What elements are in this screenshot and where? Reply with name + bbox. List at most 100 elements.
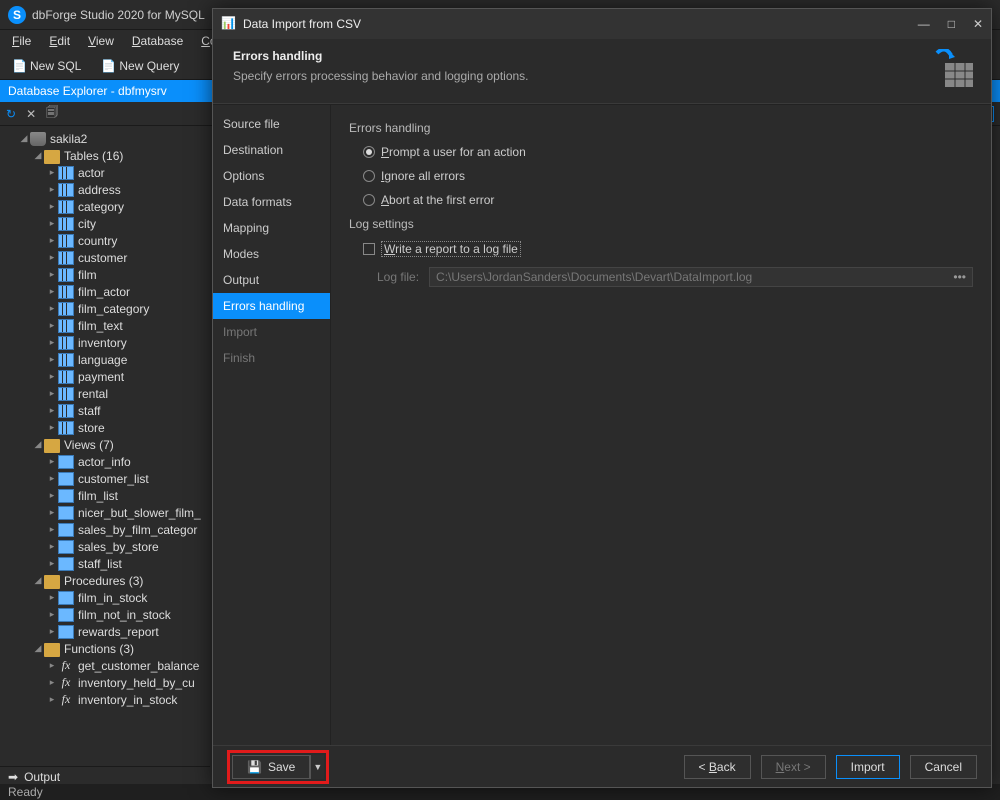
tree-func-inventory_held_by_cu[interactable]: ▸fxinventory_held_by_cu (0, 674, 210, 691)
browse-icon[interactable]: ••• (953, 270, 966, 284)
radio-icon (363, 170, 375, 182)
tree-funcs-folder[interactable]: ◢Functions (3) (0, 640, 210, 657)
query-icon: 📄 (101, 59, 115, 73)
check-label: rite a report to a log file (395, 242, 518, 256)
tree-label: staff (78, 404, 100, 418)
menu-file[interactable]: File (4, 32, 39, 50)
step-data-formats[interactable]: Data formats (213, 189, 330, 215)
import-icon: 📊 (221, 16, 237, 32)
tree-proc-rewards_report[interactable]: ▸rewards_report (0, 623, 210, 640)
new-query-button[interactable]: 📄New Query (95, 57, 185, 75)
tree-table-language[interactable]: ▸language (0, 351, 210, 368)
tree-view-nicer_but_slower_film_[interactable]: ▸nicer_but_slower_film_ (0, 504, 210, 521)
cancel-button[interactable]: Cancel (910, 755, 977, 779)
radio-prompt-user[interactable]: Prompt a user for an action (363, 145, 973, 159)
tree-view-actor_info[interactable]: ▸actor_info (0, 453, 210, 470)
tree-table-address[interactable]: ▸ address (0, 181, 210, 198)
tree-twisty-icon: ▸ (46, 694, 58, 705)
step-options[interactable]: Options (213, 163, 330, 189)
tree-table-film_category[interactable]: ▸film_category (0, 300, 210, 317)
ic-folder-icon (44, 643, 60, 657)
tree-twisty-icon: ▸ (46, 592, 58, 603)
tree-label: sales_by_film_categor (78, 523, 197, 537)
tree-table-film_text[interactable]: ▸film_text (0, 317, 210, 334)
new-sql-button[interactable]: 📄New SQL (6, 57, 87, 75)
tree-twisty-icon: ▸ (46, 541, 58, 552)
tree-table-inventory[interactable]: ▸inventory (0, 334, 210, 351)
radio-label: bort at the first error (389, 193, 494, 207)
tree-table-staff[interactable]: ▸staff (0, 402, 210, 419)
tree-db[interactable]: ◢sakila2 (0, 130, 210, 147)
step-destination[interactable]: Destination (213, 137, 330, 163)
tree-proc-film_not_in_stock[interactable]: ▸film_not_in_stock (0, 606, 210, 623)
tree-twisty-icon: ▸ (46, 660, 58, 671)
tree-label: inventory_in_stock (78, 693, 177, 707)
tree-label: actor (78, 166, 105, 180)
tree-twisty-icon: ▸ (46, 218, 58, 229)
step-modes[interactable]: Modes (213, 241, 330, 267)
dialog-maximize-icon[interactable]: □ (948, 17, 955, 31)
menu-edit[interactable]: Edit (41, 32, 78, 50)
radio-ignore-errors[interactable]: Ignore all errors (363, 169, 973, 183)
dialog-close-icon[interactable]: ✕ (973, 17, 983, 31)
tree-view-staff_list[interactable]: ▸staff_list (0, 555, 210, 572)
tree-twisty-icon: ▸ (46, 388, 58, 399)
tree-proc-film_in_stock[interactable]: ▸film_in_stock (0, 589, 210, 606)
check-write-log[interactable]: Write a report to a log file (363, 241, 973, 257)
delete-icon[interactable]: ✕ (26, 107, 36, 121)
tree-twisty-icon: ▸ (46, 167, 58, 178)
tree-table-category[interactable]: ▸category (0, 198, 210, 215)
log-file-label: Log file: (377, 270, 419, 284)
tree-label: Functions (3) (64, 642, 134, 656)
step-errors-handling[interactable]: Errors handling (213, 293, 330, 319)
tree-label: language (78, 353, 127, 367)
tree-table-payment[interactable]: ▸payment (0, 368, 210, 385)
tree-table-customer[interactable]: ▸customer (0, 249, 210, 266)
menu-view[interactable]: View (80, 32, 122, 50)
copy-icon[interactable]: 🗐 (46, 103, 58, 124)
dialog-subheading: Specify errors processing behavior and l… (233, 69, 931, 83)
tree-tables-folder[interactable]: ◢Tables (16) (0, 147, 210, 164)
tree-twisty-icon: ▸ (46, 490, 58, 501)
log-file-input[interactable]: C:\Users\JordanSanders\Documents\Devart\… (429, 267, 973, 287)
dialog-minimize-icon[interactable]: — (918, 17, 930, 31)
tree-views-folder[interactable]: ◢Views (7) (0, 436, 210, 453)
tree-view-sales_by_film_categor[interactable]: ▸sales_by_film_categor (0, 521, 210, 538)
save-highlight: 💾 Save ▼ (227, 750, 329, 784)
ic-table-icon (58, 336, 74, 350)
dialog-footer: 💾 Save ▼ < Back Next > Import Cancel (213, 745, 991, 787)
tree-table-city[interactable]: ▸city (0, 215, 210, 232)
menu-database[interactable]: Database (124, 32, 191, 50)
tree-procs-folder[interactable]: ◢Procedures (3) (0, 572, 210, 589)
save-dropdown[interactable]: ▼ (310, 755, 324, 779)
step-source-file[interactable]: Source file (213, 111, 330, 137)
back-button[interactable]: < Back (684, 755, 751, 779)
tree-table-actor[interactable]: ▸ actor (0, 164, 210, 181)
save-button[interactable]: 💾 Save (232, 755, 310, 779)
ic-view-icon (58, 625, 74, 639)
tree-table-store[interactable]: ▸store (0, 419, 210, 436)
ic-table-icon (58, 302, 74, 316)
tree-twisty-icon: ▸ (46, 252, 58, 263)
tree-table-film[interactable]: ▸film (0, 266, 210, 283)
radio-abort-first[interactable]: Abort at the first error (363, 193, 973, 207)
tree-table-rental[interactable]: ▸rental (0, 385, 210, 402)
tree-label: address (78, 183, 121, 197)
tree-view-customer_list[interactable]: ▸customer_list (0, 470, 210, 487)
tree-table-film_actor[interactable]: ▸film_actor (0, 283, 210, 300)
tree-func-get_customer_balance[interactable]: ▸fxget_customer_balance (0, 657, 210, 674)
tree-table-country[interactable]: ▸country (0, 232, 210, 249)
refresh-icon[interactable]: ↻ (6, 107, 16, 121)
tree-func-inventory_in_stock[interactable]: ▸fxinventory_in_stock (0, 691, 210, 708)
save-icon: 💾 (247, 760, 262, 774)
ic-view-icon (58, 540, 74, 554)
tree-twisty-icon: ▸ (46, 184, 58, 195)
ic-table-icon (58, 217, 74, 231)
step-output[interactable]: Output (213, 267, 330, 293)
step-mapping[interactable]: Mapping (213, 215, 330, 241)
output-tab[interactable]: ➡ Output (0, 766, 210, 786)
import-hero-icon (931, 49, 975, 89)
import-button[interactable]: Import (836, 755, 900, 779)
tree-view-film_list[interactable]: ▸film_list (0, 487, 210, 504)
tree-view-sales_by_store[interactable]: ▸sales_by_store (0, 538, 210, 555)
